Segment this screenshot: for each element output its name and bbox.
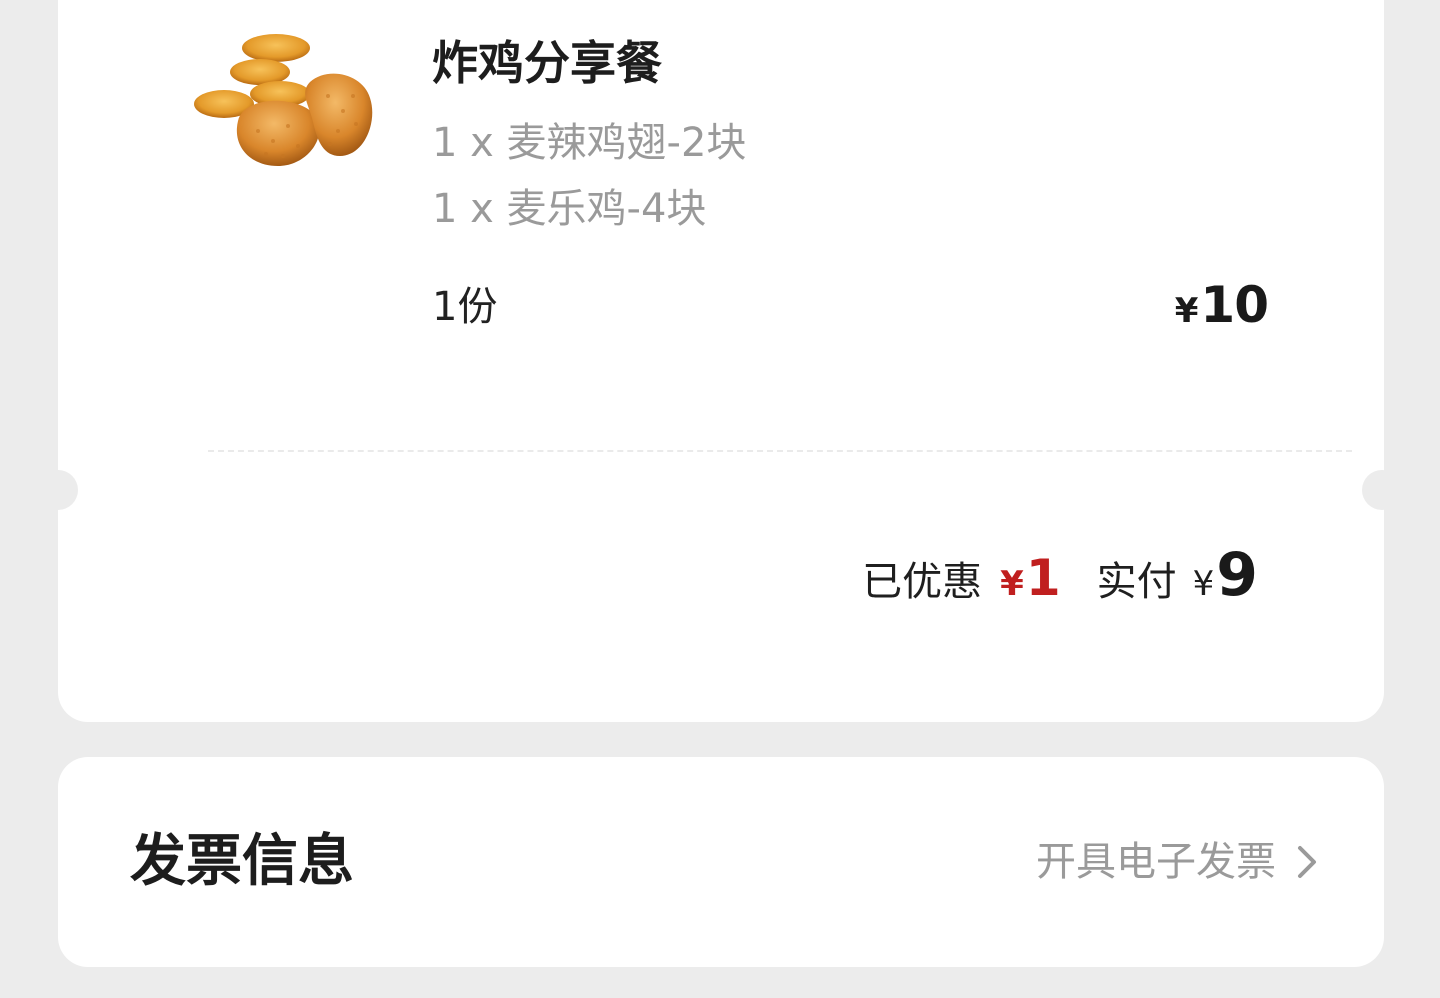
set-item-2: 1 x 麦乐鸡-4块 bbox=[432, 186, 707, 232]
invoice-title: 发票信息 bbox=[130, 829, 354, 894]
item-price: ¥ 10 bbox=[1174, 276, 1269, 336]
paid-amount: 9 bbox=[1216, 540, 1258, 610]
paid-label: 实付 bbox=[1096, 559, 1177, 605]
discount-currency: ¥ bbox=[1000, 564, 1024, 604]
paid-currency: ¥ bbox=[1192, 564, 1215, 604]
fried-chicken-image bbox=[188, 26, 388, 176]
price-currency: ¥ bbox=[1174, 291, 1199, 331]
quantity: 1份 bbox=[432, 284, 498, 330]
set-item-1: 1 x 麦辣鸡翅-2块 bbox=[432, 120, 747, 166]
issue-e-invoice-label: 开具电子发票 bbox=[1036, 839, 1276, 885]
product-title: 炸鸡分享餐 bbox=[432, 36, 662, 90]
ticket-notch-left bbox=[38, 470, 78, 510]
price-amount: 10 bbox=[1200, 276, 1269, 334]
dashed-divider bbox=[208, 450, 1352, 452]
order-card: 炸鸡分享餐 1 x 麦辣鸡翅-2块 1 x 麦乐鸡-4块 1份 ¥ 10 已优惠… bbox=[58, 0, 1384, 722]
discount-label: 已优惠 bbox=[862, 559, 983, 605]
chevron-right-icon bbox=[1298, 846, 1316, 878]
payment-summary: 已优惠 ¥ 1 实付 ¥ 9 bbox=[862, 540, 1258, 610]
issue-e-invoice-button[interactable]: 开具电子发票 bbox=[1036, 835, 1320, 889]
ticket-notch-right bbox=[1362, 470, 1402, 510]
invoice-card: 发票信息 开具电子发票 bbox=[58, 757, 1384, 967]
discount-amount: 1 bbox=[1025, 549, 1061, 607]
